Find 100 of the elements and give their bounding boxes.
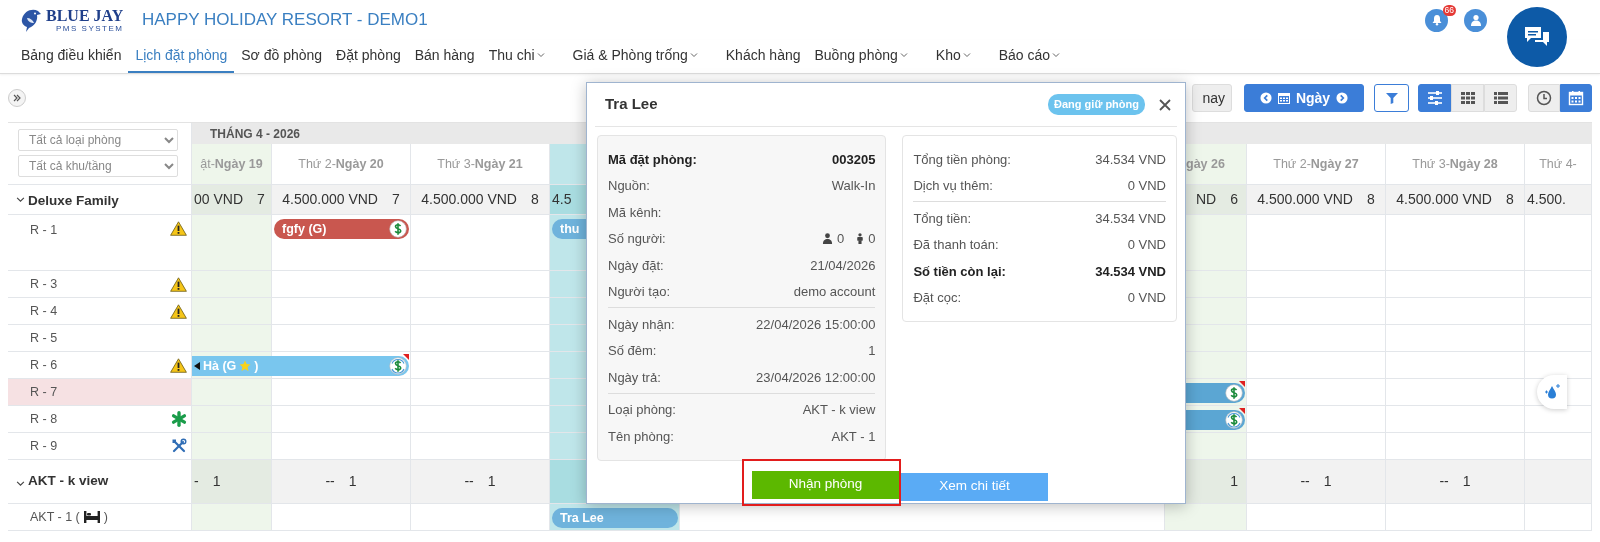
price-text: -- — [325, 472, 335, 491]
view-button[interactable] — [1418, 84, 1451, 112]
close-button[interactable] — [1159, 98, 1171, 111]
nav-tab[interactable]: Sơ đồ phòng — [234, 39, 330, 73]
room-name: R - 9 — [30, 437, 58, 455]
double-chevron-icon — [13, 94, 21, 102]
expand-button[interactable] — [8, 89, 26, 107]
dollar-refresh-icon — [1225, 411, 1243, 429]
nav-tab[interactable]: Bán hàng — [407, 39, 482, 73]
info-value: 34.534 VND — [1095, 150, 1166, 169]
booking-label: fgfy (G) — [282, 220, 327, 238]
room-name: AKT - 1 ( — [30, 508, 80, 526]
info-label: Số đêm: — [608, 342, 657, 360]
nav-tab[interactable]: Bảng điều khiển — [14, 39, 129, 73]
info-label: Ngày đặt: — [608, 256, 664, 275]
warning-icon — [170, 221, 187, 236]
price-text: 4.500.000 VND — [1257, 190, 1353, 209]
booking-label: thu — [560, 220, 580, 238]
calendar-icon — [1277, 92, 1290, 104]
brand-tagline: PMS SYSTEM — [56, 24, 124, 33]
count-text: 8 — [1505, 190, 1514, 209]
info-label: Đã thanh toán: — [913, 236, 999, 254]
sliders-icon — [1426, 90, 1443, 106]
droplet-icon — [1543, 383, 1561, 401]
booking-label: Hà (G — [203, 357, 237, 375]
price-text: 4.500. — [1527, 190, 1566, 209]
price-text: 4.500.000 VND — [421, 190, 517, 209]
nav-tab[interactable]: Buồng phòng — [807, 39, 915, 73]
day-header: ật-Ngày 19 — [192, 144, 272, 185]
warning-icon — [170, 303, 187, 319]
tools-icon — [171, 438, 187, 454]
nav-tab[interactable]: Đặt phòng — [329, 39, 408, 73]
count-text: 1 — [1230, 472, 1238, 491]
info-label: Tổng tiền phòng: — [913, 150, 1011, 169]
notification-count: 66 — [1442, 4, 1456, 16]
calendar-icon — [1568, 90, 1584, 106]
user-icon — [1469, 14, 1482, 26]
status-badge: Đang giữ phòng — [1048, 94, 1145, 115]
date-mode-button[interactable]: Ngày — [1244, 84, 1364, 112]
booking-label-end: ) — [254, 357, 259, 375]
room-name-end: ) — [103, 508, 108, 526]
count-text: 1 — [1462, 472, 1471, 491]
today-button[interactable]: nay — [1192, 84, 1232, 112]
dollar-icon — [389, 220, 407, 238]
nav-tab[interactable]: Thu chi — [481, 39, 552, 73]
child-count: 0 — [868, 230, 876, 248]
group-name: AKT - k view — [28, 472, 109, 491]
info-value: 0 VND — [1127, 236, 1166, 254]
brand-name: BLUE JAY — [46, 7, 124, 24]
view-button[interactable] — [1560, 84, 1592, 112]
room-name: R - 8 — [30, 410, 58, 428]
user-button[interactable] — [1464, 8, 1487, 32]
bird-logo-icon — [20, 7, 42, 33]
info-value: AKT - k view — [802, 401, 876, 419]
dollar-icon — [1225, 384, 1243, 402]
count-text: 8 — [530, 190, 539, 209]
nav-tab[interactable]: Lịch đặt phòng — [128, 39, 235, 73]
info-label: Loại phòng: — [608, 401, 676, 419]
nav-tab[interactable]: Báo cáo — [991, 39, 1068, 73]
filter-select[interactable]: Tất cả khu/tầng — [18, 155, 178, 177]
info-label: Ngày nhận: — [608, 315, 675, 334]
filter-select[interactable]: Tất cả loại phòng — [18, 129, 178, 151]
info-label: Nguồn: — [608, 177, 650, 195]
count-text: 1 — [212, 472, 221, 491]
chevron-down-icon — [536, 51, 545, 59]
nav-tab[interactable]: Khách hàng — [718, 39, 808, 73]
room-name: R - 6 — [30, 356, 58, 374]
booking-bar[interactable]: fgfy (G) — [274, 219, 409, 239]
chevron-down-icon — [899, 51, 908, 59]
room-name: R - 4 — [30, 302, 58, 320]
filter-button[interactable] — [1374, 84, 1409, 112]
info-label: Đặt cọc: — [913, 289, 962, 307]
chat-button[interactable] — [1507, 7, 1567, 67]
price-text: - — [194, 472, 199, 491]
resort-title: HAPPY HOLIDAY RESORT - DEMO1 — [142, 9, 428, 32]
count-text: 7 — [257, 190, 265, 209]
list-icon — [1492, 90, 1509, 106]
asterisk-icon — [171, 411, 187, 427]
price-text: -- — [1300, 472, 1310, 491]
info-value: 21/04/2026 — [810, 256, 876, 275]
filter-icon — [1385, 92, 1398, 104]
price-text: 4.5 — [552, 190, 572, 209]
dollar-refresh-icon — [389, 357, 407, 375]
info-label: Tổng tiền: — [913, 209, 972, 228]
child-icon — [856, 233, 865, 245]
next-icon — [1336, 92, 1349, 104]
info-label: Mã đặt phòng: — [608, 150, 697, 169]
info-label: Ngày trả: — [608, 368, 661, 387]
info-value: 23/04/2026 12:00:00 — [756, 368, 876, 387]
info-value: AKT - 1 — [831, 427, 876, 446]
day-header: Thứ 2-Ngày 27 — [1247, 144, 1386, 185]
group-name: Deluxe Family — [28, 192, 119, 210]
nav-tab[interactable]: Giá & Phòng trống — [565, 39, 705, 73]
nav-tab[interactable]: Kho — [928, 39, 978, 73]
info-label: Người tạo: — [608, 283, 671, 301]
day-header: Thứ 3-Ngày 21 — [411, 144, 550, 185]
bed-icon — [83, 511, 100, 523]
price-text: 00 VND — [194, 190, 244, 209]
info-value: 1 — [868, 342, 876, 360]
chevron-down-icon — [1052, 51, 1061, 59]
